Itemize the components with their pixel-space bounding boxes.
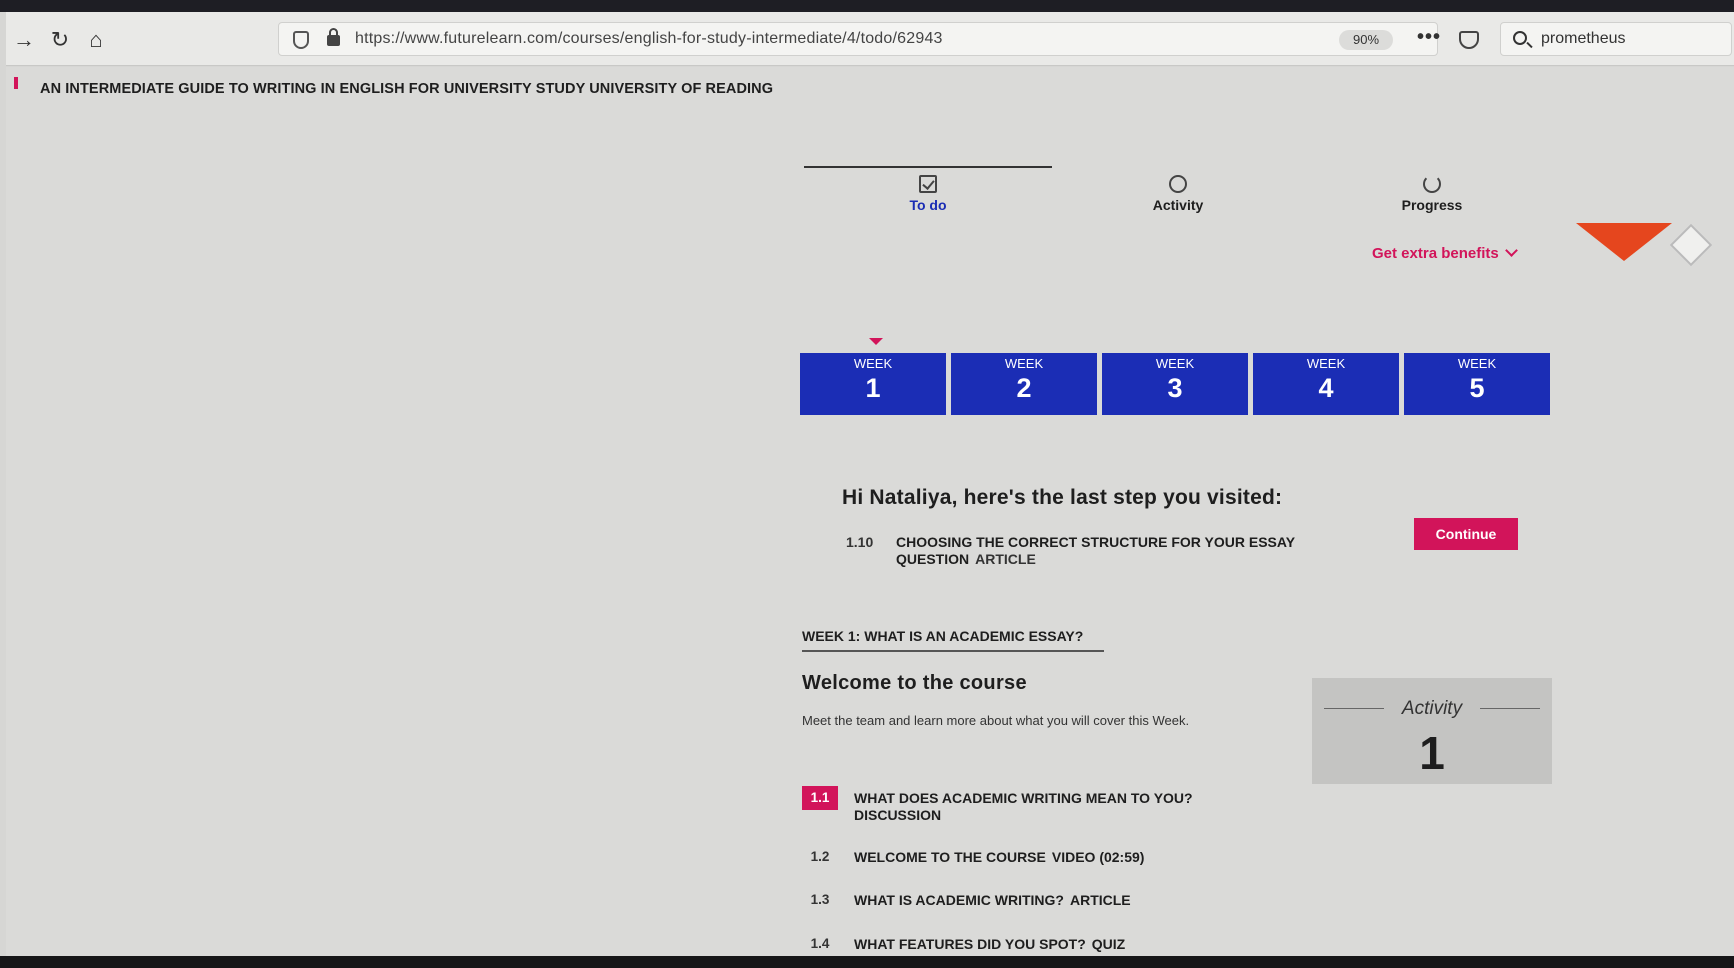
- step-title: WHAT IS ACADEMIC WRITING?: [854, 892, 1064, 908]
- week-number: 4: [1318, 373, 1334, 403]
- search-input[interactable]: prometheus: [1541, 30, 1626, 48]
- lock-icon[interactable]: [327, 28, 340, 46]
- activity-card: Activity 1: [1312, 678, 1552, 784]
- step-title: WHAT DOES ACADEMIC WRITING MEAN TO YOU?: [854, 790, 1193, 806]
- step-number: 1.1: [802, 786, 838, 810]
- tab-activity[interactable]: Activity: [1078, 175, 1278, 213]
- checkbox-icon: [919, 175, 937, 193]
- section-description: Meet the team and learn more about what …: [802, 713, 1190, 728]
- reload-icon[interactable]: ↻: [46, 26, 74, 54]
- step-title: WELCOME TO THE COURSE: [854, 849, 1046, 865]
- benefits-label: Get extra benefits: [1372, 245, 1499, 262]
- week-heading: WEEK 1: WHAT IS AN ACADEMIC ESSAY?: [802, 628, 1104, 652]
- step-type: ARTICLE: [1069, 892, 1131, 908]
- page-actions-menu-icon[interactable]: •••: [1417, 26, 1441, 49]
- week-label: WEEK: [1306, 356, 1346, 371]
- week-number: 3: [1167, 373, 1183, 403]
- week-label: WEEK: [853, 356, 893, 371]
- zoom-level[interactable]: 90%: [1339, 30, 1393, 50]
- last-step-greeting: Hi Nataliya, here's the last step you vi…: [842, 486, 1283, 509]
- week-number: 5: [1469, 373, 1485, 403]
- tab-label: Progress: [1401, 197, 1463, 213]
- browser-toolbar: → ↻ ⌂ https://www.futurelearn.com/course…: [6, 12, 1734, 66]
- url-text[interactable]: https://www.futurelearn.com/courses/engl…: [355, 30, 943, 48]
- tracking-protection-icon[interactable]: [293, 31, 309, 49]
- os-taskbar[interactable]: [0, 956, 1734, 968]
- last-step-number: 1.10: [846, 534, 874, 550]
- brand-mark: [14, 77, 18, 89]
- week-button-1[interactable]: WEEK 1: [800, 353, 946, 415]
- section-title: Welcome to the course: [802, 672, 1027, 694]
- step-number: 1.4: [810, 936, 830, 951]
- search-icon: [1513, 31, 1527, 45]
- step-number: 1.2: [810, 849, 830, 864]
- step-title: WHAT FEATURES DID YOU SPOT?: [854, 936, 1086, 952]
- circle-icon: [1169, 175, 1187, 193]
- continue-button[interactable]: Continue: [1414, 518, 1518, 550]
- step-type: QUIZ: [1091, 936, 1126, 952]
- activity-number: 1: [1419, 727, 1445, 779]
- week-number: 1: [865, 373, 881, 403]
- pocket-icon[interactable]: [1459, 31, 1479, 49]
- current-week-pointer-icon: [869, 338, 883, 345]
- browser-tab-strip[interactable]: [0, 0, 1734, 12]
- step-type: DISCUSSION: [854, 807, 942, 823]
- step-type: VIDEO (02:59): [1051, 849, 1145, 865]
- activity-label: Activity: [1401, 698, 1463, 719]
- week-label: WEEK: [1155, 356, 1195, 371]
- chevron-down-icon: [1504, 244, 1518, 257]
- tab-progress[interactable]: Progress: [1332, 175, 1532, 213]
- step-number: 1.3: [810, 892, 830, 907]
- progress-icon: [1423, 175, 1441, 193]
- decorative-diamond-icon: [1669, 223, 1713, 267]
- last-step-title: CHOOSING THE CORRECT STRUCTURE FOR YOUR …: [896, 534, 1295, 567]
- week-button-2[interactable]: WEEK 2: [951, 353, 1097, 415]
- last-step-type: ARTICLE: [975, 551, 1036, 567]
- course-title[interactable]: AN INTERMEDIATE GUIDE TO WRITING IN ENGL…: [40, 81, 773, 97]
- url-bar[interactable]: https://www.futurelearn.com/courses/engl…: [278, 22, 1479, 56]
- home-icon[interactable]: ⌂: [82, 26, 110, 54]
- tab-label: Activity: [1152, 197, 1204, 213]
- tab-label: To do: [909, 197, 947, 213]
- week-label: WEEK: [1457, 356, 1497, 371]
- last-step-link[interactable]: CHOOSING THE CORRECT STRUCTURE FOR YOUR …: [896, 534, 1336, 568]
- decorative-triangle-icon: [1576, 223, 1672, 261]
- week-number: 2: [1016, 373, 1032, 403]
- page-content: AN INTERMEDIATE GUIDE TO WRITING IN ENGL…: [6, 67, 1734, 956]
- week-label: WEEK: [1004, 356, 1044, 371]
- week-button-4[interactable]: WEEK 4: [1253, 353, 1399, 415]
- search-box[interactable]: prometheus: [1500, 22, 1732, 56]
- week-button-5[interactable]: WEEK 5: [1404, 353, 1550, 415]
- week-selector: WEEK 1 WEEK 2 WEEK 3 WEEK 4 WEEK 5: [800, 353, 1550, 415]
- get-extra-benefits-link[interactable]: Get extra benefits: [1372, 244, 1518, 262]
- week-button-3[interactable]: WEEK 3: [1102, 353, 1248, 415]
- forward-icon[interactable]: →: [10, 26, 38, 54]
- active-tab-indicator: [804, 166, 1052, 168]
- tab-to-do[interactable]: To do: [828, 175, 1028, 213]
